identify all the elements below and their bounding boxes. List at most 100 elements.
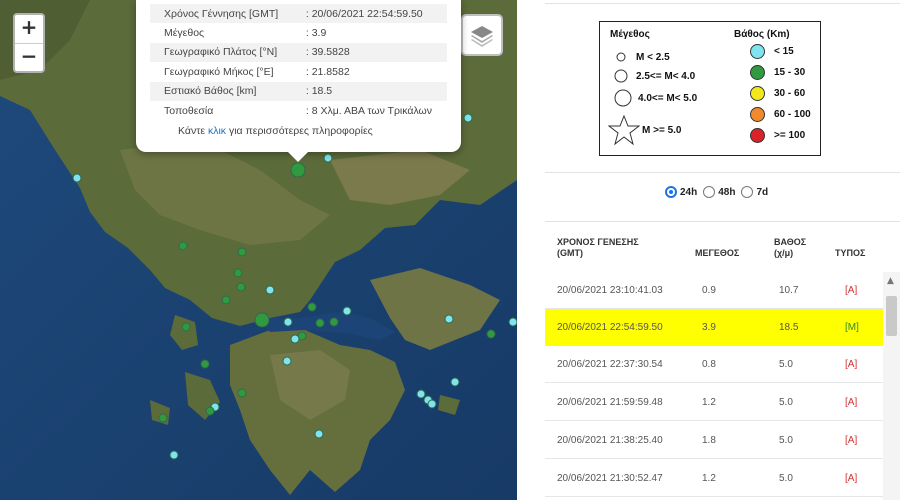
- zoom-in-button[interactable]: +: [15, 15, 43, 43]
- depth-swatch: [750, 65, 765, 80]
- depth-swatch: [750, 128, 765, 143]
- cell-depth: 5.0: [779, 397, 793, 408]
- cell-time: 20/06/2021 22:37:30.54: [557, 359, 663, 370]
- table-row[interactable]: 20/06/2021 21:30:52.47 1.2 5.0 [A]: [545, 460, 883, 497]
- cell-magnitude: 0.8: [702, 359, 716, 370]
- divider: [545, 3, 900, 4]
- popup-value: : 3.9: [305, 27, 327, 40]
- medium-circle-icon: [614, 69, 628, 83]
- popup-value: : 20/06/2021 22:54:59.50: [291, 4, 447, 24]
- legend-size-label: M >= 5.0: [642, 124, 682, 136]
- popup-row: Γεωγραφικό Μήκος [°E] : 21.8582: [150, 62, 447, 81]
- cell-type[interactable]: [A]: [845, 285, 857, 296]
- cell-time: 20/06/2021 21:30:52.47: [557, 473, 663, 484]
- cell-magnitude: 1.2: [702, 473, 716, 484]
- popup-label: Γεωγραφικό Πλάτος [°N]: [150, 42, 292, 63]
- legend-depth-title: Βάθος (Km): [734, 29, 790, 40]
- legend-depth-label: >= 100: [774, 130, 806, 141]
- divider: [545, 221, 900, 222]
- legend-size-item: 2.5<= M< 4.0: [614, 68, 695, 84]
- star-icon: [608, 114, 640, 146]
- cell-depth: 10.7: [779, 285, 799, 296]
- map-view[interactable]: + − Χρόνος Γέννησης [GMT]: 20/06/2021 22…: [0, 0, 517, 500]
- radio-24h-label[interactable]: 24h: [680, 187, 697, 198]
- legend-size-item: 4.0<= M< 5.0: [614, 88, 697, 108]
- legend-depth-item: >= 100: [750, 128, 805, 143]
- popup-more-info: Κάντε κλικ για περισσότερες πληροφορίες: [150, 120, 447, 137]
- popup-row: Μέγεθος: 3.9: [150, 23, 447, 42]
- depth-swatch: [750, 86, 765, 101]
- legend-depth-item: 15 - 30: [750, 65, 805, 80]
- earthquake-table: 20/06/2021 23:10:41.03 0.9 10.7 [A] 20/0…: [545, 272, 883, 500]
- scroll-up-icon[interactable]: ▲: [887, 276, 894, 286]
- cell-depth: 18.5: [779, 322, 799, 333]
- popup-row: Χρόνος Γέννησης [GMT]: 20/06/2021 22:54:…: [150, 4, 447, 24]
- more-suffix: για περισσότερες πληροφορίες: [226, 125, 373, 138]
- large-circle-icon: [614, 89, 632, 107]
- layers-icon: [471, 26, 493, 47]
- legend-depth-item: 60 - 100: [750, 107, 811, 122]
- legend-depth-item: < 15: [750, 44, 794, 59]
- legend-size-title: Μέγεθος: [610, 29, 650, 40]
- cell-time: 20/06/2021 22:54:59.50: [557, 322, 663, 333]
- table-row[interactable]: 20/06/2021 21:59:59.48 1.2 5.0 [A]: [545, 384, 883, 421]
- divider: [545, 172, 900, 173]
- cell-time: 20/06/2021 23:10:41.03: [557, 285, 663, 296]
- side-panel: Μέγεθος Βάθος (Km) M < 2.5 2.5<= M< 4.0 …: [517, 0, 900, 500]
- cell-magnitude: 0.9: [702, 285, 716, 296]
- small-circle-icon: [616, 52, 626, 62]
- cell-type[interactable]: [A]: [845, 359, 857, 370]
- cell-depth: 5.0: [779, 435, 793, 446]
- popup-row: Γεωγραφικό Πλάτος [°N]: 39.5828: [150, 42, 447, 63]
- table-row[interactable]: 20/06/2021 21:38:25.40 1.8 5.0 [A]: [545, 422, 883, 459]
- table-row[interactable]: 20/06/2021 23:10:41.03 0.9 10.7 [A]: [545, 272, 883, 309]
- cell-depth: 5.0: [779, 359, 793, 370]
- scrollbar-thumb[interactable]: [886, 296, 897, 336]
- depth-swatch: [750, 44, 765, 59]
- cell-type[interactable]: [A]: [845, 473, 857, 484]
- depth-swatch: [750, 107, 765, 122]
- radio-7d[interactable]: [741, 186, 754, 198]
- table-row[interactable]: 20/06/2021 22:37:30.54 0.8 5.0 [A]: [545, 346, 883, 383]
- radio-7d-label[interactable]: 7d: [756, 187, 768, 198]
- col-type-header[interactable]: ΤΥΠΟΣ: [835, 248, 865, 259]
- legend-size-label: M < 2.5: [636, 51, 670, 63]
- col-time-header[interactable]: ΧΡΟΝΟΣ ΓΕΝΕΣΗΣ (GMT): [557, 237, 662, 259]
- cell-type[interactable]: [A]: [845, 397, 857, 408]
- radio-48h[interactable]: [703, 186, 716, 198]
- cell-magnitude: 1.8: [702, 435, 716, 446]
- radio-48h-label[interactable]: 48h: [718, 187, 735, 198]
- cell-type[interactable]: [M]: [845, 322, 859, 333]
- legend-depth-item: 30 - 60: [750, 86, 805, 101]
- table-row-selected[interactable]: 20/06/2021 22:54:59.50 3.9 18.5 [M]: [545, 309, 883, 346]
- cell-time: 20/06/2021 21:59:59.48: [557, 397, 663, 408]
- table-scrollbar[interactable]: ▲: [883, 272, 900, 500]
- popup-value: : 21.8582: [305, 65, 350, 78]
- cell-magnitude: 3.9: [702, 322, 716, 333]
- time-filter: 24h 48h 7d: [659, 186, 768, 198]
- col-depth-header[interactable]: ΒΑΘΟΣ (χ/μ): [774, 237, 814, 259]
- legend-depth-label: 60 - 100: [774, 109, 811, 120]
- popup-row: Τοποθεσία : 8 Χλμ. ΑΒΑ των Τρικάλων: [150, 101, 447, 120]
- legend-depth-label: 30 - 60: [774, 88, 806, 99]
- more-info-link[interactable]: κλικ: [208, 125, 226, 137]
- col-magnitude-header[interactable]: ΜΕΓΕΘΟΣ: [695, 248, 739, 259]
- popup-value: : 8 Χλμ. ΑΒΑ των Τρικάλων: [305, 104, 432, 117]
- earthquake-popup: Χρόνος Γέννησης [GMT]: 20/06/2021 22:54:…: [136, 0, 461, 162]
- layers-button[interactable]: [461, 14, 503, 56]
- legend-size-label: 2.5<= M< 4.0: [636, 70, 696, 82]
- legend-size-item: M < 2.5: [614, 50, 670, 64]
- zoom-out-button[interactable]: −: [15, 43, 43, 71]
- popup-label: Γεωγραφικό Μήκος [°E]: [164, 65, 274, 78]
- popup-label: Τοποθεσία: [164, 104, 214, 117]
- popup-value: : 18.5: [291, 81, 447, 101]
- cell-magnitude: 1.2: [702, 397, 716, 408]
- legend-size-item: M >= 5.0: [608, 114, 681, 146]
- more-prefix: Κάντε: [178, 125, 208, 138]
- popup-value: : 39.5828: [291, 42, 447, 63]
- popup-details: Χρόνος Γέννησης [GMT]: 20/06/2021 22:54:…: [150, 4, 447, 120]
- radio-24h[interactable]: [665, 186, 677, 198]
- cell-time: 20/06/2021 21:38:25.40: [557, 435, 663, 446]
- cell-type[interactable]: [A]: [845, 435, 857, 446]
- legend-depth-label: 15 - 30: [774, 67, 806, 78]
